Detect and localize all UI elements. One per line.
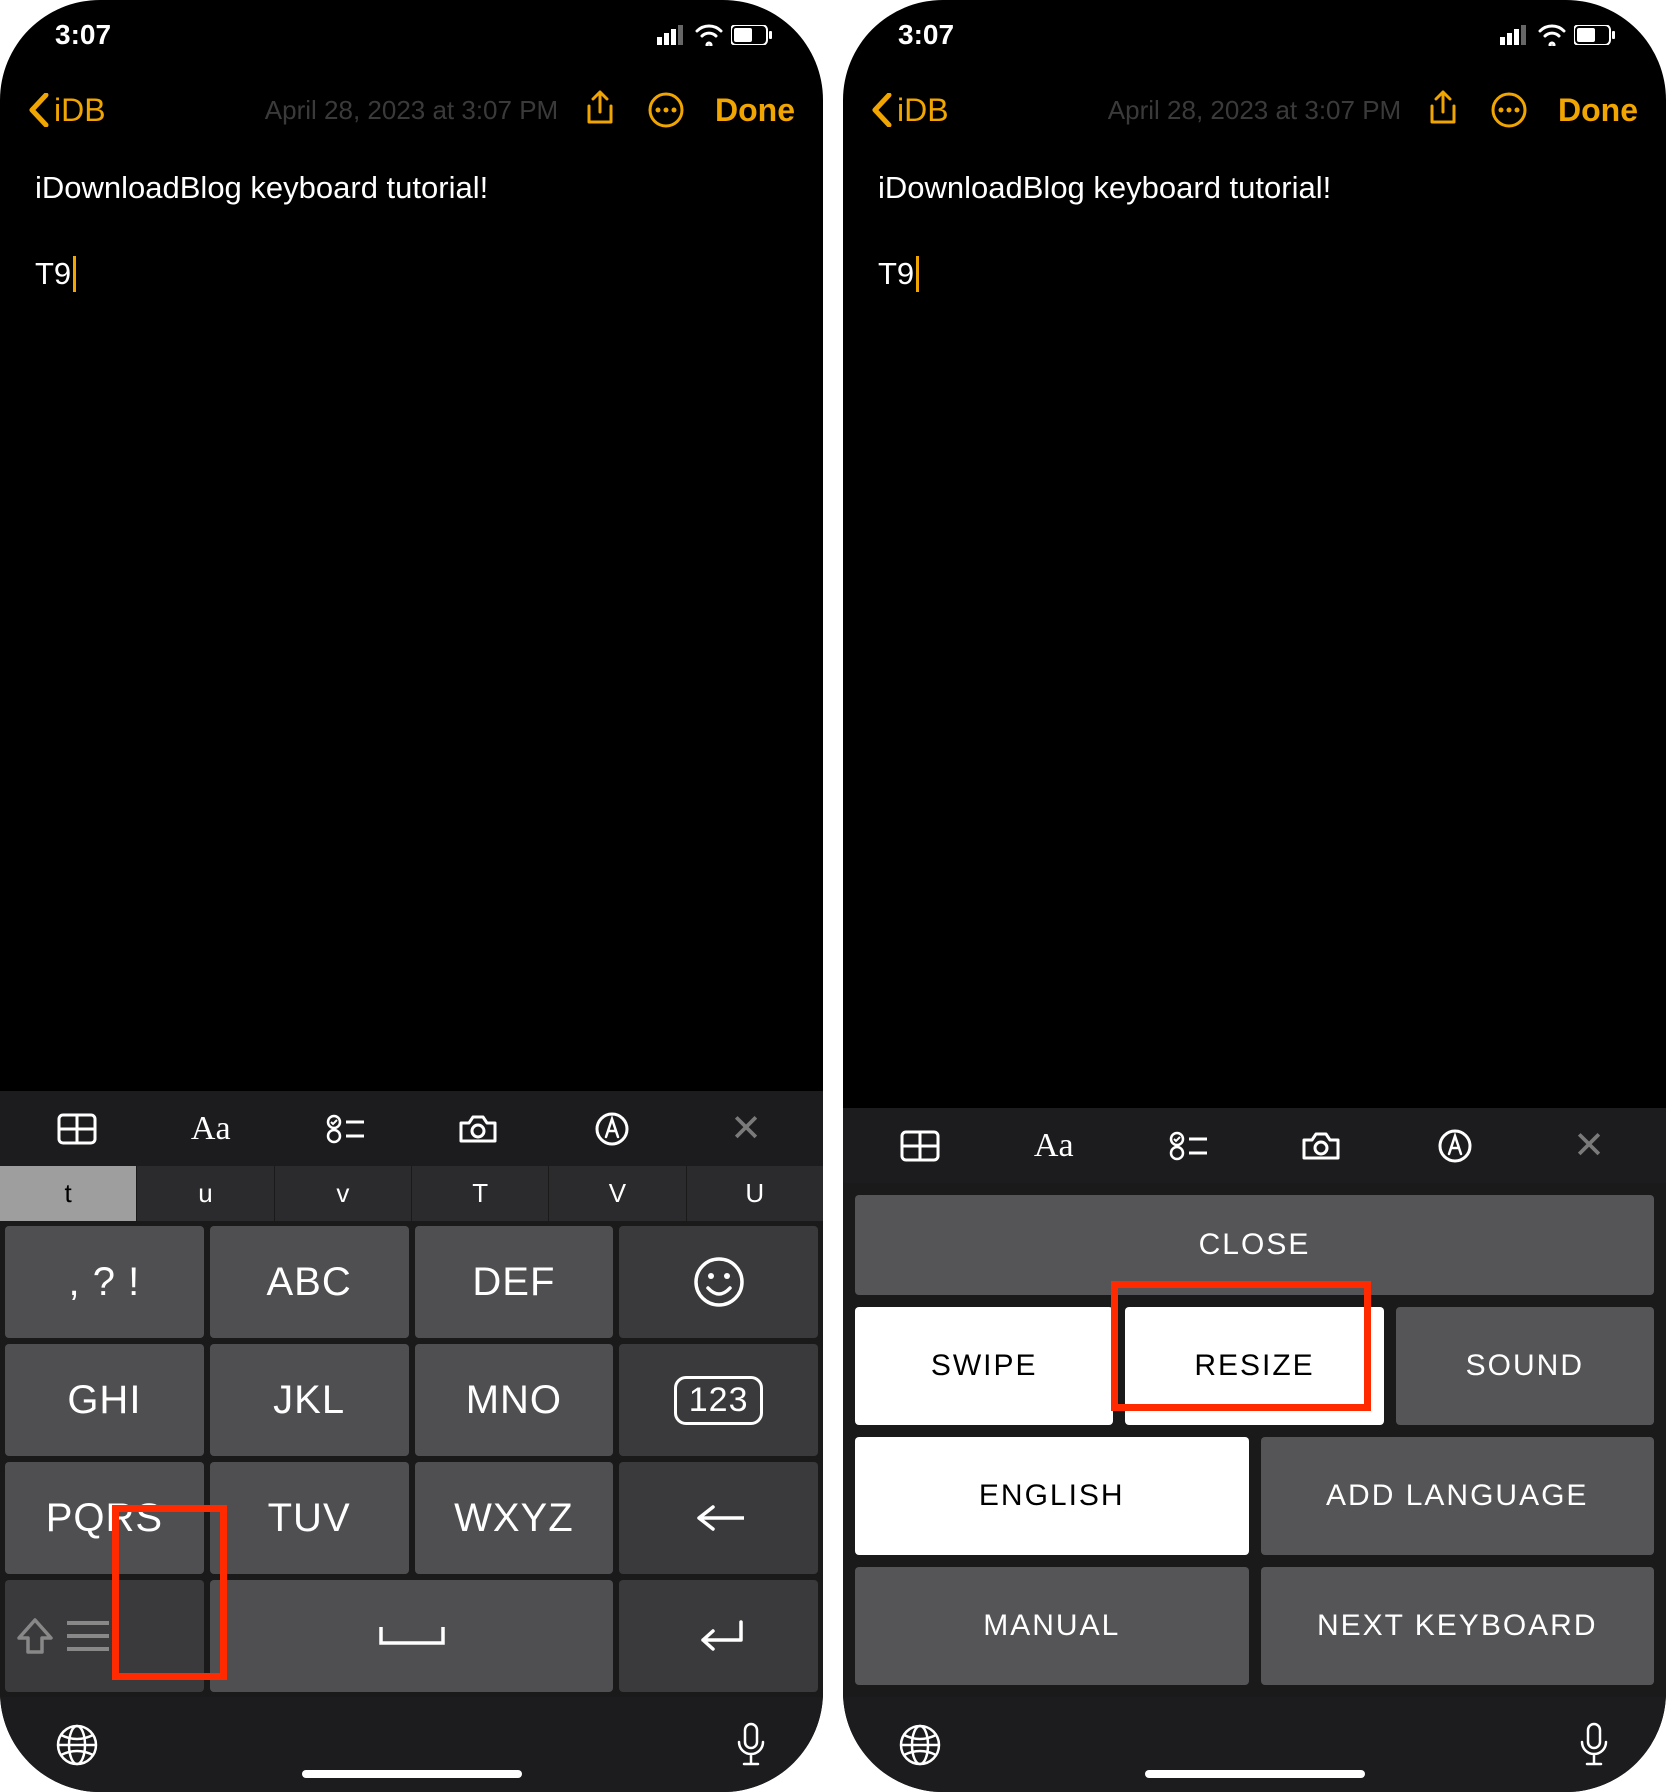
- menu-manual-button[interactable]: MANUAL: [855, 1567, 1249, 1685]
- t9-grid: , ? ! ABC DEF GHI JKL MNO 123 PQRS TUV W…: [0, 1221, 823, 1697]
- status-bar: 3:07: [0, 0, 823, 70]
- close-icon[interactable]: ✕: [1522, 1123, 1656, 1168]
- key-pqrs[interactable]: PQRS: [5, 1462, 204, 1574]
- status-bar: 3:07: [843, 0, 1666, 70]
- globe-icon[interactable]: [55, 1723, 99, 1767]
- key-wxyz[interactable]: WXYZ: [415, 1462, 614, 1574]
- key-ghi[interactable]: GHI: [5, 1344, 204, 1456]
- notes-toolbar: Aa ✕: [0, 1091, 823, 1166]
- wifi-icon: [1538, 24, 1566, 46]
- status-right: [1500, 24, 1616, 46]
- battery-icon: [731, 25, 773, 45]
- status-time: 3:07: [898, 19, 954, 51]
- note-body: T9: [878, 256, 1631, 292]
- battery-icon: [1574, 25, 1616, 45]
- markup-icon[interactable]: [1388, 1128, 1522, 1164]
- note-content[interactable]: April 28, 2023 at 3:07 PM iDownloadBlog …: [0, 150, 823, 1091]
- menu-row-2: ENGLISH ADD LANGUAGE: [855, 1437, 1654, 1555]
- key-tuv[interactable]: TUV: [210, 1462, 409, 1574]
- mic-icon[interactable]: [734, 1722, 768, 1768]
- menu-resize-button[interactable]: RESIZE: [1125, 1307, 1383, 1425]
- mic-icon[interactable]: [1577, 1722, 1611, 1768]
- suggestion[interactable]: U: [687, 1166, 823, 1221]
- key-numbers[interactable]: 123: [619, 1344, 818, 1456]
- suggestion-row: t u v T V U: [0, 1166, 823, 1221]
- camera-icon[interactable]: [1254, 1130, 1388, 1162]
- signal-icon: [657, 25, 687, 45]
- menu-sound-button[interactable]: SOUND: [1396, 1307, 1654, 1425]
- note-title: iDownloadBlog keyboard tutorial!: [35, 170, 788, 206]
- key-return[interactable]: [619, 1580, 818, 1692]
- suggestion[interactable]: u: [137, 1166, 274, 1221]
- text-cursor: [916, 256, 919, 292]
- menu-lines-icon: [65, 1619, 111, 1653]
- note-content[interactable]: April 28, 2023 at 3:07 PM iDownloadBlog …: [843, 150, 1666, 1108]
- note-date: April 28, 2023 at 3:07 PM: [843, 95, 1666, 126]
- menu-swipe-button[interactable]: SWIPE: [855, 1307, 1113, 1425]
- note-title: iDownloadBlog keyboard tutorial!: [878, 170, 1631, 206]
- key-jkl[interactable]: JKL: [210, 1344, 409, 1456]
- keyboard-area: t u v T V U , ? ! ABC DEF GHI JKL MNO 12…: [0, 1166, 823, 1697]
- note-body: T9: [35, 256, 788, 292]
- home-indicator[interactable]: [302, 1770, 522, 1778]
- key-emoji[interactable]: [619, 1226, 818, 1338]
- menu-addlang-button[interactable]: ADD LANGUAGE: [1261, 1437, 1655, 1555]
- menu-nextkb-button[interactable]: NEXT KEYBOARD: [1261, 1567, 1655, 1685]
- suggestion[interactable]: t: [0, 1166, 137, 1221]
- wifi-icon: [695, 24, 723, 46]
- menu-english-button[interactable]: ENGLISH: [855, 1437, 1249, 1555]
- key-abc[interactable]: ABC: [210, 1226, 409, 1338]
- menu-row-3: MANUAL NEXT KEYBOARD: [855, 1567, 1654, 1685]
- key-backspace[interactable]: [619, 1462, 818, 1574]
- status-right: [657, 24, 773, 46]
- status-time: 3:07: [55, 19, 111, 51]
- menu-row-1: SWIPE RESIZE SOUND: [855, 1307, 1654, 1425]
- format-icon[interactable]: Aa: [144, 1110, 278, 1148]
- table-icon[interactable]: [10, 1113, 144, 1145]
- key-space[interactable]: [210, 1580, 614, 1692]
- camera-icon[interactable]: [411, 1113, 545, 1145]
- globe-icon[interactable]: [898, 1723, 942, 1767]
- text-cursor: [73, 256, 76, 292]
- notes-toolbar: Aa ✕: [843, 1108, 1666, 1183]
- table-icon[interactable]: [853, 1130, 987, 1162]
- checklist-icon[interactable]: [278, 1114, 412, 1144]
- suggestion[interactable]: v: [275, 1166, 412, 1221]
- phone-right: 3:07 iDB Done April 28, 2023 at 3:07 PM …: [843, 0, 1666, 1792]
- format-icon[interactable]: Aa: [987, 1127, 1121, 1165]
- keyboard-menu: CLOSE SWIPE RESIZE SOUND ENGLISH ADD LAN…: [843, 1183, 1666, 1697]
- key-shift[interactable]: [5, 1580, 204, 1692]
- key-punct[interactable]: , ? !: [5, 1226, 204, 1338]
- suggestion[interactable]: T: [412, 1166, 549, 1221]
- menu-close-button[interactable]: CLOSE: [855, 1195, 1654, 1295]
- phone-left: 3:07 iDB Done Apri: [0, 0, 823, 1792]
- home-indicator[interactable]: [1145, 1770, 1365, 1778]
- close-icon[interactable]: ✕: [679, 1106, 813, 1151]
- signal-icon: [1500, 25, 1530, 45]
- key-def[interactable]: DEF: [415, 1226, 614, 1338]
- markup-icon[interactable]: [545, 1111, 679, 1147]
- suggestion[interactable]: V: [549, 1166, 686, 1221]
- key-mno[interactable]: MNO: [415, 1344, 614, 1456]
- checklist-icon[interactable]: [1121, 1131, 1255, 1161]
- note-date: April 28, 2023 at 3:07 PM: [0, 95, 823, 126]
